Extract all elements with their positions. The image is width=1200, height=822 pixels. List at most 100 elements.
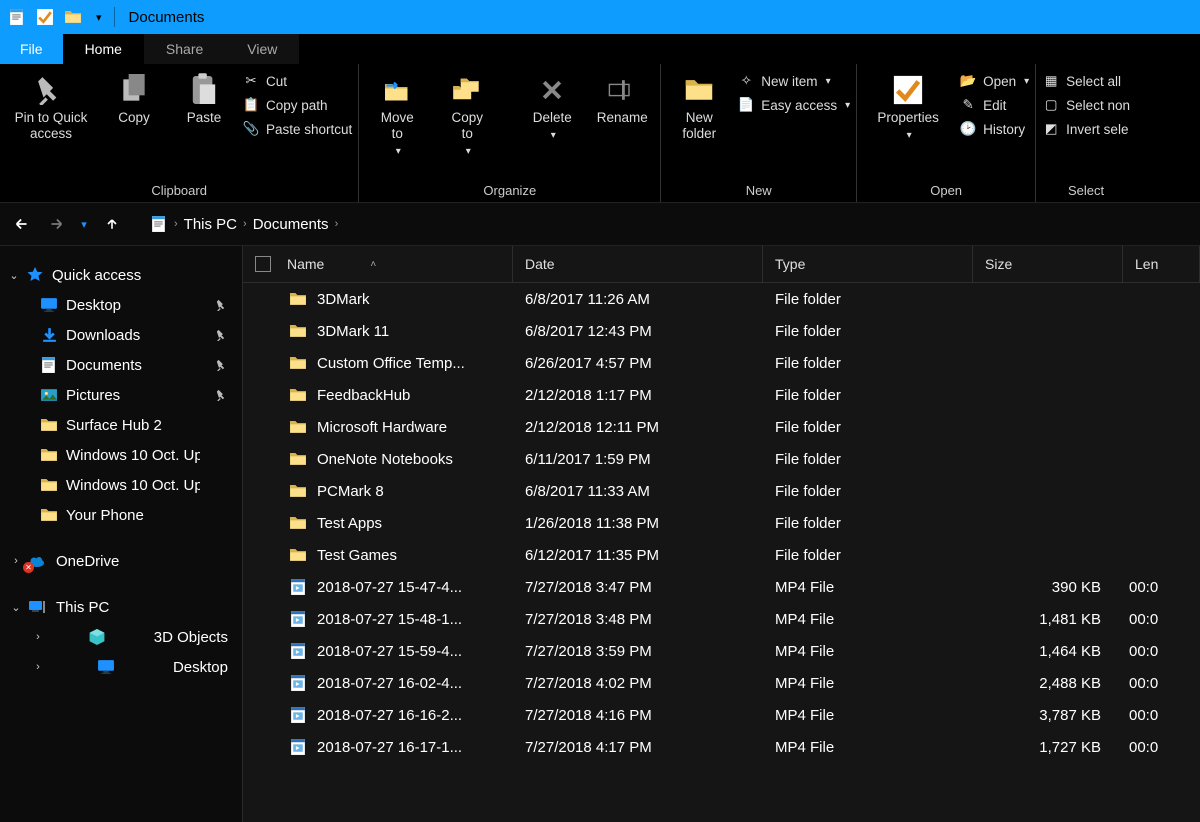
document-icon — [40, 356, 58, 374]
nav-recent-dropdown[interactable]: ▾ — [76, 210, 92, 238]
table-row[interactable]: Test Apps1/26/2018 11:38 PMFile folder — [243, 507, 1200, 539]
properties-button[interactable]: Properties▾ — [863, 68, 953, 144]
sidebar-item[interactable]: ›Desktop — [0, 652, 242, 682]
column-header-type[interactable]: Type — [763, 246, 973, 282]
paste-shortcut-button[interactable]: 📎Paste shortcut — [242, 120, 352, 138]
select-none-button[interactable]: ▢Select non — [1042, 96, 1130, 114]
window-title: Documents — [123, 9, 205, 26]
rename-button[interactable]: Rename — [590, 68, 654, 126]
file-type: File folder — [763, 323, 973, 340]
qat-properties-icon[interactable] — [36, 8, 54, 26]
file-date: 6/11/2017 1:59 PM — [513, 451, 763, 468]
folder-icon — [289, 546, 307, 564]
table-row[interactable]: Test Games6/12/2017 11:35 PMFile folder — [243, 539, 1200, 571]
folder-icon — [289, 514, 307, 532]
table-row[interactable]: 2018-07-27 15-47-4...7/27/2018 3:47 PMMP… — [243, 571, 1200, 603]
open-button[interactable]: 📂Open▾ — [959, 72, 1029, 90]
sidebar-item[interactable]: Your Phone — [0, 500, 242, 530]
column-header-date[interactable]: Date — [513, 246, 763, 282]
table-row[interactable]: Microsoft Hardware2/12/2018 12:11 PMFile… — [243, 411, 1200, 443]
sidebar-item[interactable]: Windows 10 Oct. Up — [0, 470, 242, 500]
folder-icon — [40, 416, 58, 434]
copy-button[interactable]: Copy — [102, 68, 166, 126]
move-to-icon — [382, 75, 412, 105]
pin-to-quick-access-button[interactable]: Pin to Quick access — [6, 68, 96, 142]
column-header-length[interactable]: Len — [1123, 246, 1200, 282]
desktop-icon — [40, 296, 58, 314]
sidebar-this-pc[interactable]: ⌄ This PC — [0, 592, 242, 622]
tab-share[interactable]: Share — [144, 34, 225, 64]
breadcrumb-this-pc[interactable]: This PC — [184, 216, 237, 233]
video-icon — [289, 610, 307, 628]
pin-icon — [216, 329, 228, 341]
paste-button[interactable]: Paste — [172, 68, 236, 126]
table-row[interactable]: PCMark 86/8/2017 11:33 AMFile folder — [243, 475, 1200, 507]
chevron-down-icon: ⌄ — [8, 601, 24, 614]
sidebar-item[interactable]: Documents — [0, 350, 242, 380]
column-header-size[interactable]: Size — [973, 246, 1123, 282]
file-type: MP4 File — [763, 675, 973, 692]
tab-home[interactable]: Home — [63, 34, 144, 64]
file-name: Custom Office Temp... — [317, 355, 465, 372]
file-length: 00:0 — [1123, 675, 1200, 692]
easy-access-button[interactable]: 📄Easy access▾ — [737, 96, 850, 114]
tab-file[interactable]: File — [0, 34, 63, 64]
group-label-new: New — [667, 181, 850, 200]
file-name: Test Games — [317, 547, 397, 564]
sidebar-item-label: 3D Objects — [154, 629, 228, 646]
table-row[interactable]: 2018-07-27 15-48-1...7/27/2018 3:48 PMMP… — [243, 603, 1200, 635]
invert-selection-button[interactable]: ◩Invert sele — [1042, 120, 1130, 138]
sidebar-item[interactable]: ›3D Objects — [0, 622, 242, 652]
qat-new-folder-icon[interactable] — [64, 8, 82, 26]
table-row[interactable]: Custom Office Temp...6/26/2017 4:57 PMFi… — [243, 347, 1200, 379]
file-name: 2018-07-27 16-16-2... — [317, 707, 462, 724]
folder-icon — [289, 482, 307, 500]
history-button[interactable]: 🕑History — [959, 120, 1029, 138]
sidebar-quick-access[interactable]: ⌄ Quick access — [0, 260, 242, 290]
file-date: 6/12/2017 11:35 PM — [513, 547, 763, 564]
sort-indicator-icon: ˄ — [370, 259, 376, 270]
breadcrumb[interactable]: › This PC › Documents › — [150, 215, 338, 233]
sidebar-onedrive[interactable]: › ✕ OneDrive — [0, 546, 242, 576]
new-item-button[interactable]: ✧New item▾ — [737, 72, 850, 90]
edit-button[interactable]: ✎Edit — [959, 96, 1029, 114]
breadcrumb-documents[interactable]: Documents — [253, 216, 329, 233]
copy-path-button[interactable]: 📋Copy path — [242, 96, 352, 114]
cut-button[interactable]: ✂Cut — [242, 72, 352, 90]
sidebar-item[interactable]: Windows 10 Oct. Up — [0, 440, 242, 470]
file-date: 7/27/2018 4:02 PM — [513, 675, 763, 692]
file-date: 6/8/2017 12:43 PM — [513, 323, 763, 340]
file-size: 1,481 KB — [973, 611, 1123, 628]
table-row[interactable]: 2018-07-27 16-02-4...7/27/2018 4:02 PMMP… — [243, 667, 1200, 699]
nav-forward-button[interactable] — [42, 210, 70, 238]
sidebar-item[interactable]: Downloads — [0, 320, 242, 350]
table-row[interactable]: FeedbackHub2/12/2018 1:17 PMFile folder — [243, 379, 1200, 411]
move-to-button[interactable]: Move to▾ — [365, 68, 429, 160]
folder-icon — [40, 506, 58, 524]
table-row[interactable]: 2018-07-27 16-17-1...7/27/2018 4:17 PMMP… — [243, 731, 1200, 763]
table-row[interactable]: 3DMark6/8/2017 11:26 AMFile folder — [243, 283, 1200, 315]
nav-back-button[interactable] — [8, 210, 36, 238]
table-row[interactable]: 2018-07-27 15-59-4...7/27/2018 3:59 PMMP… — [243, 635, 1200, 667]
select-all-checkbox[interactable] — [255, 256, 271, 272]
copy-to-button[interactable]: Copy to▾ — [435, 68, 499, 160]
table-row[interactable]: 2018-07-27 16-16-2...7/27/2018 4:16 PMMP… — [243, 699, 1200, 731]
file-type: File folder — [763, 291, 973, 308]
chevron-right-icon: › — [8, 555, 24, 567]
table-row[interactable]: 3DMark 11 6/8/2017 12:43 PMFile folder — [243, 315, 1200, 347]
file-name: 3DMark 11 — [317, 323, 389, 340]
sidebar-item[interactable]: Pictures — [0, 380, 242, 410]
sidebar-item[interactable]: Desktop — [0, 290, 242, 320]
delete-button[interactable]: Delete▾ — [520, 68, 584, 144]
tab-view[interactable]: View — [225, 34, 299, 64]
nav-up-button[interactable] — [98, 210, 126, 238]
qat-new-doc-icon[interactable] — [8, 8, 26, 26]
table-row[interactable]: OneNote Notebooks6/11/2017 1:59 PMFile f… — [243, 443, 1200, 475]
new-folder-button[interactable]: New folder — [667, 68, 731, 142]
qat-customize-dropdown[interactable]: ▾ — [92, 11, 106, 24]
folder-icon — [289, 290, 307, 308]
sidebar-item[interactable]: Surface Hub 2 — [0, 410, 242, 440]
column-header-name[interactable]: Name ˄ — [243, 246, 513, 282]
ribbon-tabs: File Home Share View — [0, 34, 1200, 64]
select-all-button[interactable]: ▦Select all — [1042, 72, 1130, 90]
